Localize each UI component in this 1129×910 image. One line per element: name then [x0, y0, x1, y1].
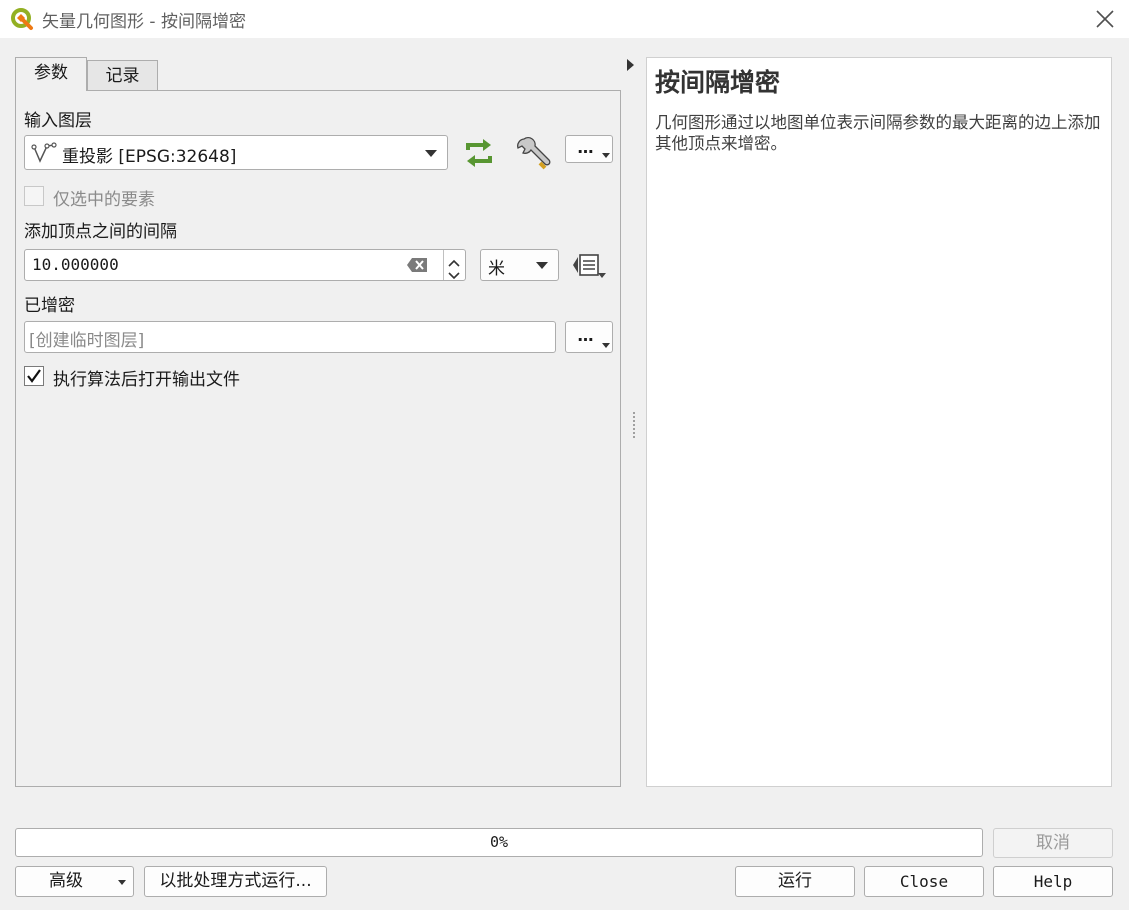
output-placeholder: [创建临时图层] — [29, 331, 145, 351]
qgis-logo-icon — [10, 7, 34, 31]
splitter-handle[interactable] — [633, 412, 635, 438]
active-tab-join — [16, 89, 86, 92]
input-layer-value: 重投影 [EPSG:32648] — [62, 147, 237, 167]
collapse-help-icon[interactable] — [627, 59, 634, 71]
wrench-icon[interactable] — [514, 135, 552, 177]
help-panel — [646, 57, 1112, 787]
selected-only-checkbox[interactable] — [24, 186, 44, 206]
chevron-down-icon — [602, 153, 610, 158]
run-button[interactable]: 运行 — [735, 866, 855, 897]
chevron-down-icon — [118, 880, 126, 885]
chevron-down-icon[interactable] — [536, 262, 548, 269]
advanced-label: 高级 — [49, 871, 83, 891]
tab-log[interactable]: 记录 — [87, 60, 158, 92]
output-label: 已增密 — [24, 296, 75, 316]
progress-bar: 0% — [15, 828, 983, 857]
chevron-down-icon[interactable] — [425, 150, 437, 157]
clear-input-icon[interactable] — [406, 257, 428, 277]
unit-value: 米 — [488, 259, 505, 279]
help-title: 按间隔增密 — [655, 68, 781, 97]
batch-process-button[interactable]: 以批处理方式运行... — [144, 866, 327, 897]
progress-text: 0% — [489, 833, 509, 851]
layer-options-button[interactable]: … — [565, 135, 613, 163]
help-button[interactable]: Help — [993, 866, 1113, 897]
interval-label: 添加顶点之间的间隔 — [24, 222, 177, 242]
advanced-button[interactable]: 高级 — [15, 866, 134, 897]
line-layer-icon — [31, 141, 57, 169]
chevron-down-icon — [602, 343, 610, 348]
open-output-label: 执行算法后打开输出文件 — [53, 370, 240, 390]
close-icon[interactable] — [1091, 5, 1119, 33]
open-output-checkbox[interactable] — [24, 366, 44, 386]
window-title: 矢量几何图形 - 按间隔增密 — [42, 12, 246, 32]
interval-value: 10.000000 — [32, 255, 119, 274]
help-body: 几何图形通过以地图单位表示间隔参数的最大距离的边上添加其他顶点来增密。 — [655, 113, 1101, 153]
input-layer-label: 输入图层 — [24, 111, 92, 131]
spinner-divider — [443, 250, 444, 280]
output-options-button[interactable]: … — [565, 321, 613, 353]
tab-parameters[interactable]: 参数 — [15, 57, 87, 91]
cancel-button[interactable]: 取消 — [993, 828, 1113, 858]
close-button[interactable]: Close — [864, 866, 984, 897]
selected-only-label: 仅选中的要素 — [53, 190, 155, 210]
spin-down-icon[interactable] — [447, 266, 461, 285]
iterate-refresh-icon[interactable] — [461, 136, 497, 174]
data-defined-override-icon[interactable] — [571, 252, 609, 284]
